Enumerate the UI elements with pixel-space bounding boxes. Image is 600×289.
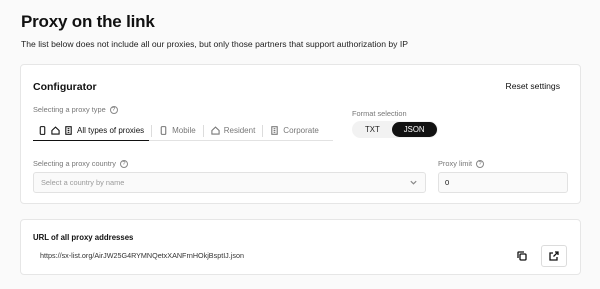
info-icon[interactable]: ? [109, 105, 118, 114]
tab-resident[interactable]: Resident [206, 121, 261, 140]
proxy-type-tabs: All types of proxies Mobile Resident Cor… [33, 121, 333, 141]
format-json-option[interactable]: JSON [391, 122, 437, 137]
copy-button[interactable] [513, 247, 531, 265]
chevron-down-icon [409, 174, 418, 192]
configurator-card: Configurator Reset settings Selecting a … [20, 64, 581, 204]
page-title: Proxy on the link [21, 12, 155, 31]
tab-divider [202, 124, 204, 137]
external-link-icon [549, 251, 559, 261]
home-icon [51, 126, 60, 135]
country-select-placeholder: Select a country by name [41, 178, 125, 187]
page-description: The list below does not include all our … [21, 39, 408, 49]
configurator-title: Configurator [33, 81, 97, 93]
tab-corporate[interactable]: Corporate [265, 121, 324, 140]
country-select[interactable]: Select a country by name [33, 172, 426, 193]
reset-settings-button[interactable]: Reset settings [506, 81, 560, 91]
tab-label: Resident [223, 126, 256, 135]
proxy-limit-input[interactable]: 0 [438, 172, 568, 193]
format-selection-label: Format selection [352, 109, 407, 118]
tab-divider [151, 124, 153, 137]
info-icon[interactable]: ? [119, 159, 128, 168]
format-toggle: TXT JSON [352, 121, 438, 138]
tab-label: Corporate [283, 126, 319, 135]
proxy-type-label: Selecting a proxy type ? [33, 105, 118, 114]
tab-label: Mobile [172, 126, 196, 135]
tab-all-types[interactable]: All types of proxies [33, 121, 150, 141]
mobile-icon [39, 126, 46, 135]
copy-icon [517, 251, 527, 261]
proxy-country-label: Selecting a proxy country ? [33, 159, 128, 168]
proxy-url[interactable]: https://sx-list.org/AirJW25G4RYMNQetxXAN… [40, 251, 244, 260]
tab-mobile[interactable]: Mobile [154, 121, 201, 140]
tab-label: All types of proxies [77, 126, 145, 135]
building-icon [65, 126, 72, 135]
building-icon [271, 126, 279, 135]
format-txt-option[interactable]: TXT [353, 122, 392, 137]
proxy-limit-label: Proxy limit ? [438, 159, 485, 168]
home-icon [211, 126, 220, 135]
info-icon[interactable]: ? [476, 159, 485, 168]
tab-divider [262, 124, 264, 137]
url-card: URL of all proxy addresses https://sx-li… [20, 219, 581, 275]
open-link-button[interactable] [541, 245, 567, 267]
url-label: URL of all proxy addresses [33, 233, 134, 242]
mobile-icon [160, 126, 167, 135]
